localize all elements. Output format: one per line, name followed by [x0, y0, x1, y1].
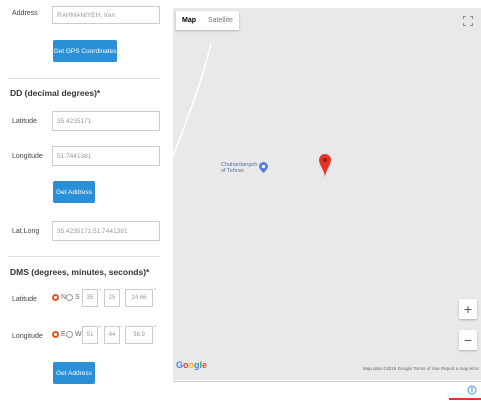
degree-unit: °	[99, 326, 102, 332]
dd-latitude-input[interactable]: 35.4235171	[52, 111, 160, 131]
map-type-control: Map Satellite	[176, 11, 239, 30]
dd-latitude-label: Latitude	[12, 118, 37, 125]
lat-north-radio[interactable]: N	[52, 294, 66, 301]
second-unit: "	[154, 326, 157, 332]
location-pin-icon[interactable]	[319, 154, 331, 178]
minute-unit: '	[121, 326, 123, 332]
map-canvas[interactable]: Map Satellite Chahardangeh of Tehran + −…	[173, 8, 481, 380]
poi-label: Chahardangeh of Tehran	[221, 162, 258, 174]
lng-minutes-input[interactable]: 44	[104, 326, 120, 344]
bottom-accent	[449, 398, 481, 400]
degree-unit: °	[99, 289, 102, 295]
dd-longitude-input[interactable]: 51.7441381	[52, 146, 160, 166]
lat-minutes-input[interactable]: 25	[104, 289, 120, 307]
map-attribution: Map data ©2019 Google Terms of Use Repor…	[362, 366, 479, 371]
fullscreen-icon[interactable]	[461, 14, 475, 28]
google-logo: Google	[176, 360, 208, 370]
second-unit: "	[154, 289, 157, 295]
dd-get-address-button[interactable]: Get Address	[53, 181, 95, 203]
lng-degrees-input[interactable]: 51	[82, 326, 98, 344]
radio-icon	[66, 294, 73, 301]
dd-longitude-label: Longitude	[12, 153, 43, 160]
dms-heading: DMS (degrees, minutes, seconds)*	[10, 267, 150, 277]
radio-icon	[66, 331, 73, 338]
zoom-in-button[interactable]: +	[459, 299, 477, 319]
radio-selected-icon	[52, 294, 59, 301]
lng-east-radio[interactable]: E	[52, 331, 66, 338]
dms-longitude-label: Longitude	[12, 333, 43, 340]
address-input[interactable]: RAHMANIYEH, Iran	[52, 6, 160, 24]
lng-west-radio[interactable]: W	[66, 331, 82, 338]
zoom-out-button[interactable]: −	[459, 330, 477, 350]
address-label: Address	[12, 10, 38, 17]
dms-get-address-button[interactable]: Get Address	[53, 362, 95, 384]
satellite-tab[interactable]: Satellite	[202, 11, 239, 30]
poi-marker[interactable]: Chahardangeh of Tehran	[221, 162, 269, 174]
lat-south-radio[interactable]: S	[66, 294, 80, 301]
dd-heading: DD (decimal degrees)*	[10, 88, 101, 98]
radio-selected-icon	[52, 331, 59, 338]
accessibility-icon[interactable]	[467, 385, 477, 395]
minute-unit: '	[121, 289, 123, 295]
form-panel: Address RAHMANIYEH, Iran Get GPS Coordin…	[0, 0, 172, 403]
get-gps-button[interactable]: Get GPS Coordinates	[53, 40, 117, 62]
latlong-label: Lat,Long	[12, 228, 40, 235]
latlong-input[interactable]: 35.4235171,51.7441381	[52, 221, 160, 241]
lat-degrees-input[interactable]: 35	[82, 289, 98, 307]
map-bottom-bar	[173, 381, 481, 400]
map-tab[interactable]: Map	[176, 11, 202, 30]
poi-pin-icon	[259, 162, 269, 173]
map-road-lines	[173, 42, 212, 157]
divider	[8, 78, 160, 79]
divider	[8, 256, 160, 257]
dms-latitude-label: Latitude	[12, 296, 37, 303]
lat-seconds-input[interactable]: 24.66	[125, 289, 153, 307]
lng-seconds-input[interactable]: 38.9	[125, 326, 153, 344]
